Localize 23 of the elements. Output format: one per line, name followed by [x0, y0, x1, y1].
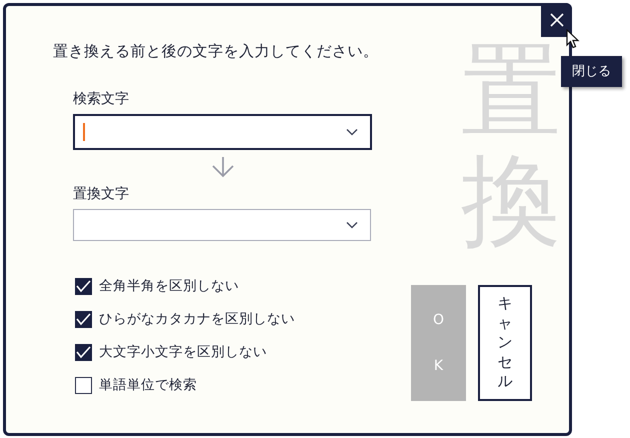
close-button[interactable]	[541, 3, 572, 37]
arrow-down-icon	[210, 156, 234, 178]
field-label: 置換文字	[73, 184, 130, 204]
checkbox[interactable]	[75, 344, 92, 361]
close-tooltip: 閉じる	[561, 56, 622, 87]
text-cursor	[83, 122, 85, 140]
chevron-down-icon	[346, 128, 358, 136]
field-label: 検索文字	[73, 90, 130, 108]
option-checkbox[interactable]: 大文字小文字を区別しない	[75, 344, 267, 362]
chevron-down-icon	[346, 220, 358, 228]
instruction-text: 置き換える前と後の文字を入力してください。	[53, 41, 380, 62]
check-icon	[76, 313, 91, 326]
cancel-button[interactable]: キャンセル	[478, 285, 532, 401]
check-icon	[76, 346, 91, 359]
check-icon	[76, 280, 91, 293]
combo-box[interactable]	[73, 114, 372, 150]
option-checkbox[interactable]: ひらがなカタカナを区別しない	[75, 310, 295, 328]
option-checkbox[interactable]: 単語単位で検索	[75, 376, 197, 394]
checkbox[interactable]	[75, 278, 92, 295]
close-icon	[550, 13, 564, 27]
checkbox[interactable]	[75, 377, 92, 394]
checkbox[interactable]	[75, 311, 92, 328]
option-checkbox[interactable]: 全角半角を区別しない	[75, 278, 239, 296]
